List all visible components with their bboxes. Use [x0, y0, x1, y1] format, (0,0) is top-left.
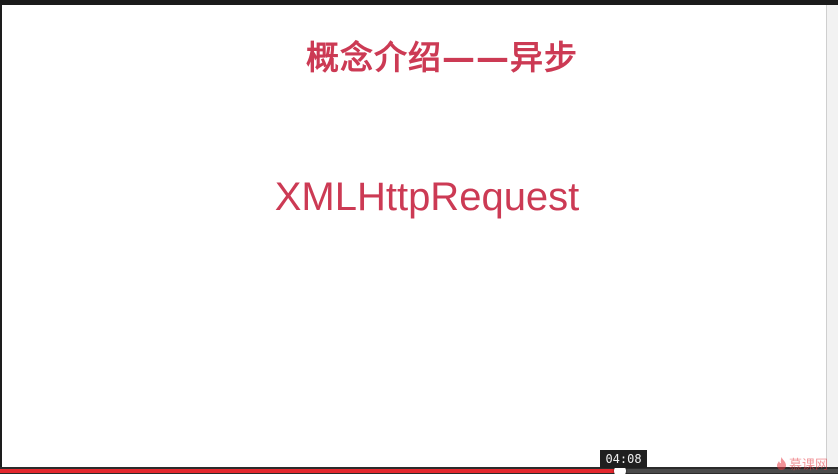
flame-icon	[777, 456, 786, 470]
right-gutter	[826, 5, 838, 467]
hover-time-tooltip: 04:08	[600, 450, 647, 468]
video-player[interactable]: 概念介绍——异步 XMLHttpRequest 04:08 慕课网	[0, 0, 838, 474]
slide-term: XMLHttpRequest	[274, 175, 580, 219]
slide-canvas: 概念介绍——异步 XMLHttpRequest	[2, 5, 826, 467]
progress-fill	[0, 469, 621, 473]
watermark-logo: 慕课网	[776, 455, 836, 473]
progress-bar[interactable]	[0, 465, 838, 474]
watermark-text: 慕课网	[789, 457, 829, 473]
slide-title: 概念介绍——异步	[306, 38, 578, 77]
